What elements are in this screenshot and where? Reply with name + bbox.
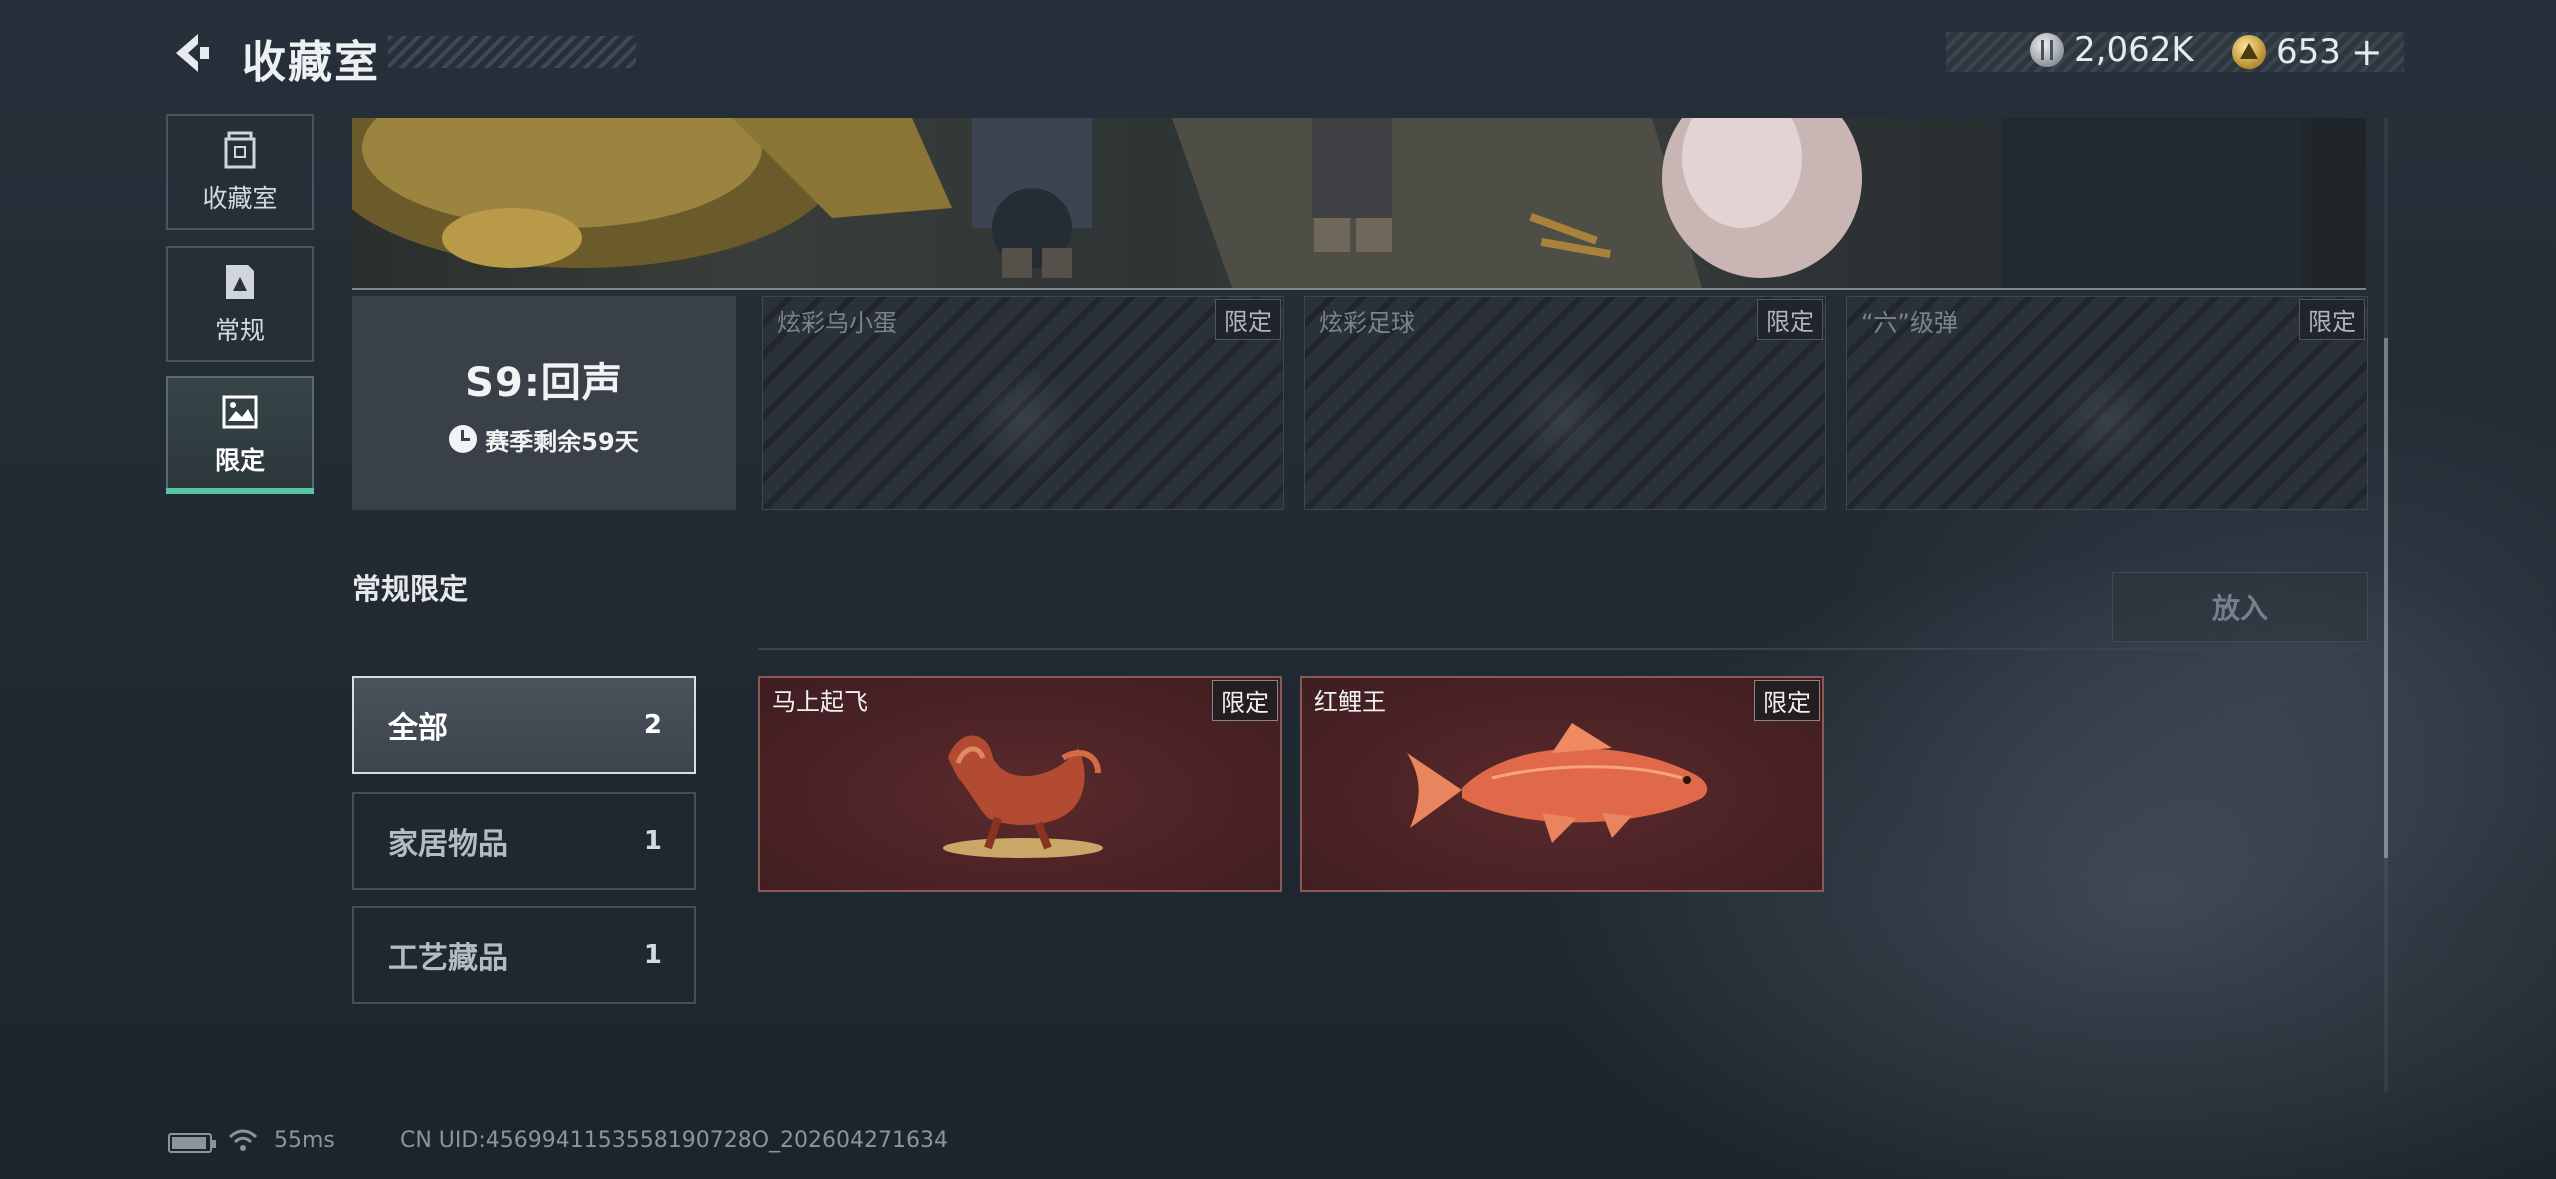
trash-box-icon	[224, 131, 256, 169]
locked-item-card[interactable]: 炫彩足球 限定	[1304, 296, 1826, 510]
nav-item-regular[interactable]: 常规	[166, 246, 314, 362]
season-remaining: 赛季剩余59天	[449, 422, 639, 457]
gold-currency-value: 653	[2276, 32, 2341, 72]
nav-item-limited[interactable]: 限定	[166, 376, 314, 492]
filter-crafts[interactable]: 工艺藏品 1	[352, 906, 696, 1004]
locked-item-card[interactable]: 炫彩乌小蛋 限定	[762, 296, 1284, 510]
season-title: S9:回声	[465, 359, 623, 406]
season-card: S9:回声 赛季剩余59天	[352, 296, 736, 510]
filter-label: 家居物品	[388, 827, 508, 862]
collection-showcase-banner	[352, 118, 2366, 290]
filter-label: 全部	[388, 711, 448, 746]
filter-all[interactable]: 全部 2	[352, 676, 696, 774]
item-name: 马上起飞	[772, 688, 868, 716]
item-name: 炫彩足球	[1319, 309, 1415, 337]
back-arrow-icon[interactable]	[168, 30, 212, 76]
season-remaining-label: 赛季剩余59天	[485, 427, 639, 456]
place-button[interactable]: 放入	[2112, 572, 2368, 642]
ping-value: 55ms	[274, 1128, 335, 1153]
red-carp-icon	[1407, 723, 1708, 843]
silver-coin-icon	[2030, 33, 2064, 67]
filter-count: 2	[643, 710, 662, 740]
nav-item-label: 常规	[214, 316, 265, 345]
limited-tag: 限定	[1754, 680, 1820, 721]
item-name: 炫彩乌小蛋	[777, 309, 897, 337]
add-currency-button[interactable]: +	[2351, 30, 2383, 74]
collection-item-card[interactable]: 红鲤王 限定	[1300, 676, 1824, 892]
nav-active-indicator	[166, 488, 314, 494]
horse-statue-icon	[943, 735, 1103, 858]
battery-icon	[168, 1133, 216, 1153]
showcase-scene	[352, 118, 2302, 288]
clock-icon	[449, 425, 478, 453]
section-title: 常规限定	[352, 572, 469, 606]
limited-tag: 限定	[1757, 299, 1823, 340]
document-icon	[226, 265, 254, 299]
locked-item-card[interactable]: “六”级弹 限定	[1846, 296, 2368, 510]
filter-count: 1	[643, 826, 662, 856]
item-name: 红鲤王	[1314, 688, 1386, 716]
gold-currency[interactable]: 653 +	[2232, 30, 2383, 74]
nav-item-collection[interactable]: 收藏室	[166, 114, 314, 230]
filter-label: 工艺藏品	[388, 941, 508, 976]
limited-tag: 限定	[2299, 299, 2365, 340]
title-decoration	[388, 36, 636, 68]
section-divider	[758, 648, 2366, 650]
uid-label: CN UID:4569941153558190728O_202604271634	[400, 1128, 948, 1153]
silver-currency-value: 2,062K	[2074, 30, 2194, 70]
gold-coin-icon	[2232, 35, 2266, 69]
nav-item-label: 收藏室	[202, 184, 278, 213]
page-title: 收藏室	[242, 37, 380, 88]
silver-currency: 2,062K	[2030, 30, 2194, 70]
limited-image-icon	[222, 395, 258, 429]
scrollbar-thumb[interactable]	[2384, 338, 2388, 858]
collection-item-card[interactable]: 马上起飞 限定	[758, 676, 1282, 892]
item-name: “六”级弹	[1861, 309, 1958, 337]
item-silhouette	[968, 364, 1078, 475]
filter-count: 1	[643, 940, 662, 970]
limited-tag: 限定	[1212, 680, 1278, 721]
item-silhouette	[1510, 364, 1620, 475]
item-silhouette	[2052, 364, 2162, 475]
nav-item-label: 限定	[214, 446, 265, 475]
filter-home-items[interactable]: 家居物品 1	[352, 792, 696, 890]
limited-tag: 限定	[1215, 299, 1281, 340]
wifi-icon	[228, 1129, 258, 1151]
